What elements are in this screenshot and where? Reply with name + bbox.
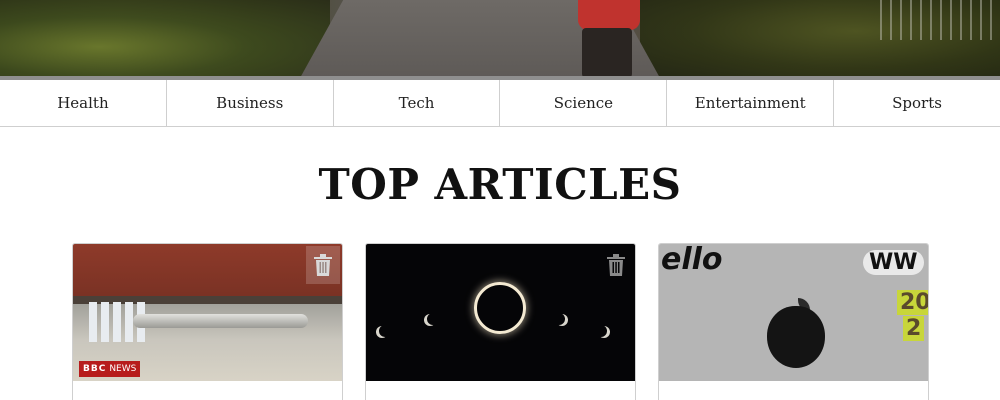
bbc-logo: BBC bbox=[83, 364, 107, 374]
article-thumbnail[interactable]: ello WW 20 2 bbox=[659, 244, 928, 381]
nav-item-business[interactable]: Business bbox=[167, 80, 334, 126]
nav-item-sports[interactable]: Sports bbox=[834, 80, 1000, 126]
hero-image bbox=[0, 0, 1000, 78]
sticker-www: WW bbox=[863, 250, 924, 275]
section-title: TOP ARTICLES bbox=[318, 160, 682, 209]
bbc-news-label: NEWS bbox=[109, 364, 137, 374]
article-card[interactable]: ello WW 20 2 bbox=[658, 243, 929, 400]
nav-item-entertainment[interactable]: Entertainment bbox=[667, 80, 835, 126]
sticker-year-2: 2 bbox=[903, 316, 925, 341]
eclipse-phase bbox=[556, 314, 568, 326]
hero-fence bbox=[880, 0, 1000, 40]
hero-runner-legs bbox=[582, 28, 632, 78]
delete-button[interactable] bbox=[599, 246, 633, 284]
trash-icon bbox=[314, 254, 332, 276]
article-thumbnail[interactable]: BBC NEWS bbox=[73, 244, 342, 381]
apple-logo bbox=[767, 306, 825, 368]
eclipse-phase bbox=[598, 326, 610, 338]
trash-icon bbox=[607, 254, 625, 276]
eclipse-phase bbox=[424, 314, 436, 326]
nav-item-science[interactable]: Science bbox=[500, 80, 668, 126]
delete-button[interactable] bbox=[306, 246, 340, 284]
eclipse-phase bbox=[376, 326, 388, 338]
sticker-year: 20 bbox=[897, 290, 928, 315]
sticker-hello: ello bbox=[661, 244, 723, 277]
nav-item-tech[interactable]: Tech bbox=[334, 80, 501, 126]
thumbnail-pipe bbox=[133, 314, 308, 328]
article-card[interactable] bbox=[365, 243, 636, 400]
hero-runner bbox=[578, 0, 640, 30]
article-card[interactable]: BBC NEWS bbox=[72, 243, 343, 400]
bbc-news-badge: BBC NEWS bbox=[79, 361, 141, 377]
eclipse-ring bbox=[474, 282, 526, 334]
hero-greenery-left bbox=[0, 0, 330, 78]
article-thumbnail[interactable] bbox=[366, 244, 635, 381]
nav-item-health[interactable]: Health bbox=[0, 80, 167, 126]
category-nav: Health Business Tech Science Entertainme… bbox=[0, 80, 1000, 127]
